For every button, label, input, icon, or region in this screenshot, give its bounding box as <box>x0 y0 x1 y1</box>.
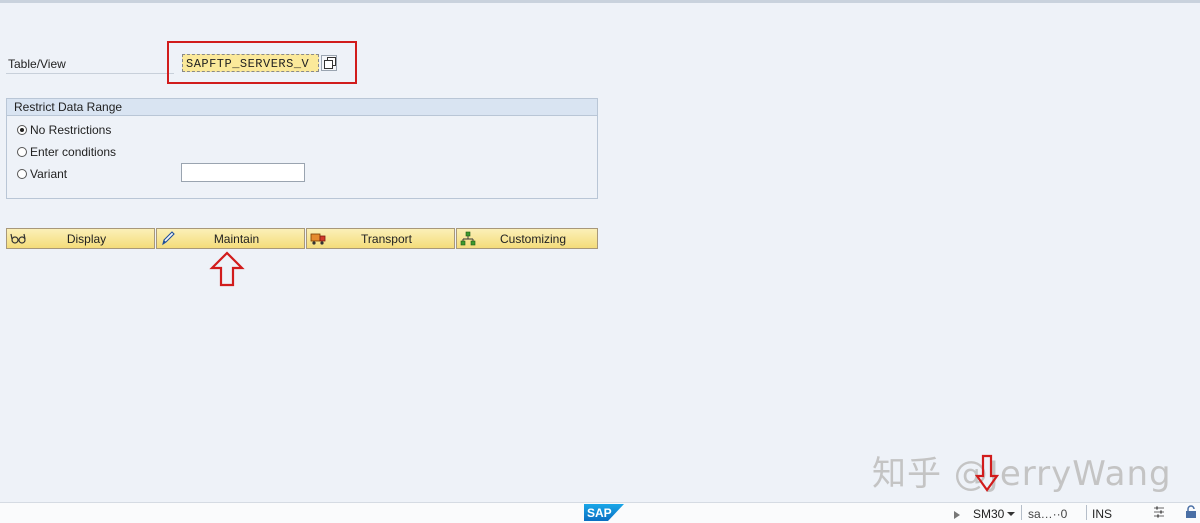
radio-unselected-icon[interactable] <box>17 169 27 179</box>
table-view-label: Table/View <box>8 57 66 71</box>
play-icon[interactable] <box>954 511 960 519</box>
status-separator <box>1021 505 1022 520</box>
annotation-highlight-box <box>167 41 357 84</box>
transport-label: Transport <box>361 232 412 246</box>
status-separator <box>1086 505 1087 520</box>
label-underline <box>6 73 174 74</box>
customizing-label: Customizing <box>499 232 567 246</box>
insert-mode[interactable]: INS <box>1092 507 1112 521</box>
pencil-icon <box>162 231 175 246</box>
sap-logo-icon: SAP <box>584 504 624 521</box>
variant-input[interactable] <box>181 163 305 182</box>
maintain-label: Maintain <box>213 232 260 246</box>
lock-icon[interactable] <box>1184 505 1198 519</box>
chevron-down-icon[interactable] <box>1007 512 1015 516</box>
annotation-down-arrow-icon <box>974 454 1000 492</box>
radio-label: Enter conditions <box>30 145 117 159</box>
display-button[interactable]: Display <box>6 228 155 249</box>
transport-button[interactable]: Transport <box>306 228 455 249</box>
radio-unselected-icon[interactable] <box>17 147 27 157</box>
settings-sliders-icon[interactable] <box>1152 505 1166 519</box>
group-title: Restrict Data Range <box>7 99 597 116</box>
radio-variant[interactable]: Variant <box>17 166 67 182</box>
radio-label: No Restrictions <box>30 123 112 137</box>
server-name: sa…··0 <box>1028 507 1068 521</box>
maintain-button[interactable]: Maintain <box>156 228 305 249</box>
radio-selected-icon[interactable] <box>17 125 27 135</box>
truck-icon <box>310 233 326 245</box>
sap-logo-text: SAP <box>587 506 612 520</box>
watermark: 知乎 @JerryWang <box>872 454 1172 494</box>
top-border <box>0 0 1200 3</box>
restrict-data-range-group: Restrict Data Range No Restrictions Ente… <box>6 98 598 199</box>
radio-label: Variant <box>30 167 68 181</box>
glasses-icon <box>10 233 26 244</box>
annotation-up-arrow-icon <box>209 251 245 287</box>
transaction-code: SM30 <box>973 507 1005 521</box>
radio-enter-conditions[interactable]: Enter conditions <box>17 144 116 160</box>
hierarchy-icon <box>460 231 476 246</box>
customizing-button[interactable]: Customizing <box>456 228 598 249</box>
display-label: Display <box>66 232 107 246</box>
radio-no-restrictions[interactable]: No Restrictions <box>17 122 111 138</box>
